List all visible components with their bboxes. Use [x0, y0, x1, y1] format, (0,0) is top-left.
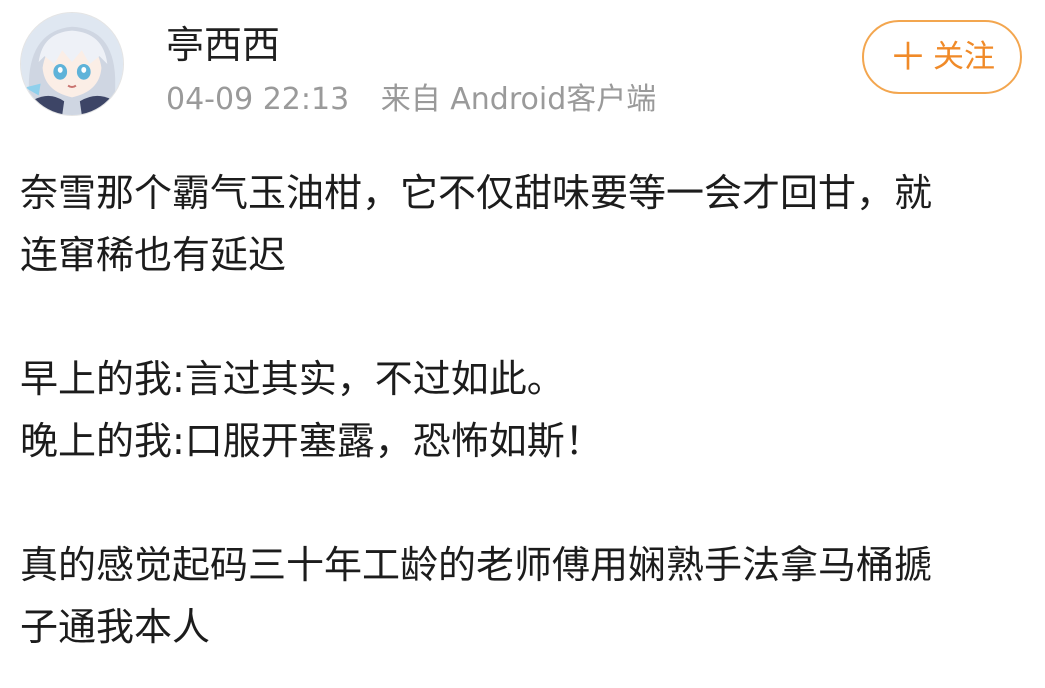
author-name[interactable]: 亭西西	[166, 22, 280, 68]
post-time: 04-09 22:13	[166, 82, 350, 117]
post-body: 奈雪那个霸气玉油柑，它不仅甜味要等一会才回甘，就 连窜稀也有延迟 早上的我:言过…	[20, 162, 1035, 658]
follow-label: 关注	[933, 38, 995, 75]
post-paragraph: 真的感觉起码三十年工龄的老师傅用娴熟手法拿马桶搋 子通我本人	[20, 534, 1035, 658]
post-meta: 04-09 22:13 来自 Android客户端	[166, 80, 656, 120]
post-header: 亭西西 04-09 22:13 来自 Android客户端 ＋ 关注	[0, 0, 1045, 140]
post-text-line: 早上的我:言过其实，不过如此。	[20, 357, 565, 401]
post-paragraph: 奈雪那个霸气玉油柑，它不仅甜味要等一会才回甘，就 连窜稀也有延迟	[20, 162, 1035, 286]
follow-button[interactable]: ＋ 关注	[862, 20, 1022, 94]
avatar[interactable]	[20, 12, 124, 116]
plus-icon: ＋	[888, 35, 927, 79]
post-text-line: 连窜稀也有延迟	[20, 233, 287, 277]
post-text-line: 真的感觉起码三十年工龄的老师傅用娴熟手法拿马桶搋	[20, 543, 933, 587]
post-text-line: 晚上的我:口服开塞露，恐怖如斯！	[20, 419, 603, 463]
post-text-line: 子通我本人	[20, 605, 211, 649]
post-paragraph: 早上的我:言过其实，不过如此。 晚上的我:口服开塞露，恐怖如斯！	[20, 348, 1035, 472]
post-source: 来自 Android客户端	[380, 82, 657, 117]
post-text-line: 奈雪那个霸气玉油柑，它不仅甜味要等一会才回甘，就	[20, 171, 933, 215]
anime-avatar-image	[21, 13, 123, 115]
